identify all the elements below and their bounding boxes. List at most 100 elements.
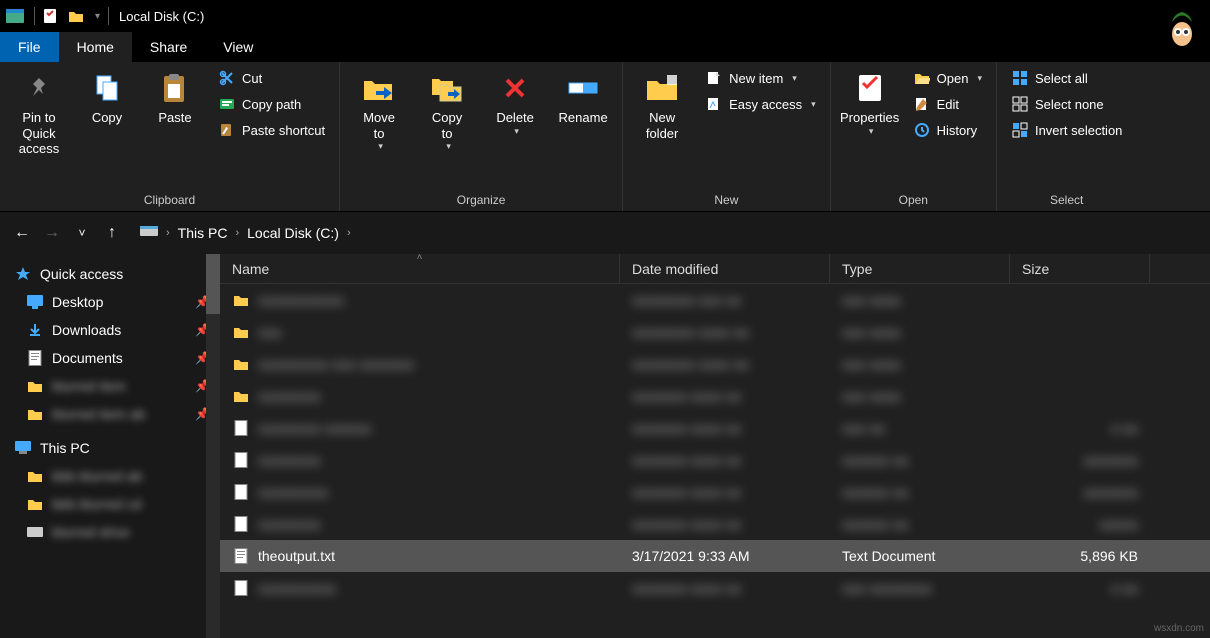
sidebar-item[interactable]: bbb blurred cd (0, 490, 220, 518)
star-icon (14, 265, 32, 283)
chevron-right-icon[interactable]: › (162, 227, 174, 239)
delete-button[interactable]: Delete▾ (484, 66, 546, 136)
copy-to-button[interactable]: Copy to▾ (416, 66, 478, 152)
column-size[interactable]: Size (1010, 254, 1150, 283)
copy-button[interactable]: Copy (76, 66, 138, 126)
new-folder-icon (644, 70, 680, 106)
tab-view[interactable]: View (205, 32, 271, 62)
app-icon (4, 5, 26, 27)
qat-dropdown-icon[interactable]: ▾ (95, 11, 100, 22)
tab-home[interactable]: Home (59, 32, 132, 62)
cut-icon (218, 69, 236, 87)
sort-indicator-icon: ˄ (417, 254, 423, 263)
scrollbar-thumb[interactable] (206, 254, 220, 314)
breadcrumb-thispc[interactable]: This PC (178, 225, 228, 241)
chevron-right-icon[interactable]: › (343, 227, 355, 239)
up-button[interactable]: ↑ (98, 219, 126, 247)
file-row[interactable]: aaaaaaaaaaaaaaaaaaa aaa aaaaa aaaa (220, 284, 1210, 316)
column-name[interactable]: ˄Name (220, 254, 620, 283)
rename-icon (565, 70, 601, 106)
sidebar-documents[interactable]: Documents 📌 (0, 344, 220, 372)
file-row[interactable]: aaaaaaaaaaaaaaa aaaa aaaaaaaa aaaaaaa (220, 508, 1210, 540)
pin-to-quick-access-button[interactable]: Pin to Quick access (8, 66, 70, 157)
file-name: theoutput.txt (258, 548, 335, 564)
edit-icon (913, 95, 931, 113)
new-item-button[interactable]: New item▾ (699, 66, 822, 90)
open-button[interactable]: Open▾ (907, 66, 988, 90)
group-clipboard: Pin to Quick access Copy Paste Cut Copy … (0, 62, 340, 211)
select-all-button[interactable]: Select all (1005, 66, 1128, 90)
group-label: Organize (457, 191, 506, 209)
file-icon (232, 483, 250, 501)
group-label: Select (1050, 191, 1083, 209)
cut-button[interactable]: Cut (212, 66, 331, 90)
file-icon (232, 419, 250, 437)
sidebar-item[interactable]: blurred item📌 (0, 372, 220, 400)
properties-button[interactable]: Properties▾ (839, 66, 901, 136)
folder-icon (26, 405, 44, 423)
breadcrumb-disk[interactable]: Local Disk (C:) (247, 225, 339, 241)
sidebar-quick-access[interactable]: Quick access (0, 260, 220, 288)
file-row[interactable]: aaaaaaaaaaaaaaa aaaa aaaaaaaa aaaaaaaaa (220, 444, 1210, 476)
group-label: Clipboard (144, 191, 195, 209)
file-row-selected[interactable]: theoutput.txt 3/17/2021 9:33 AM Text Doc… (220, 540, 1210, 572)
rename-button[interactable]: Rename (552, 66, 614, 126)
tab-file[interactable]: File (0, 32, 59, 62)
ribbon: Pin to Quick access Copy Paste Cut Copy … (0, 62, 1210, 212)
file-row[interactable]: aaaaaaaaaaaaaaaa aaaa aaaaaaaa aaaaaaaaa (220, 476, 1210, 508)
recent-locations-button[interactable]: ˅ (68, 219, 96, 247)
column-date[interactable]: Date modified (620, 254, 830, 283)
folder-icon (232, 291, 250, 309)
select-none-button[interactable]: Select none (1005, 92, 1128, 116)
tab-share[interactable]: Share (132, 32, 205, 62)
file-row[interactable]: aaaaaaaaa aaa aaaaaaaaaaaaaaa aaaa aaaaa… (220, 348, 1210, 380)
file-icon (232, 451, 250, 469)
back-button[interactable]: ← (8, 219, 36, 247)
group-open: Properties▾ Open▾ Edit History Open (831, 62, 997, 211)
sidebar-downloads[interactable]: Downloads 📌 (0, 316, 220, 344)
address-bar[interactable]: › This PC › Local Disk (C:) › (134, 219, 1202, 247)
file-type: Text Document (830, 548, 1010, 564)
group-new: New folder New item▾ Easy access▾ New (623, 62, 831, 211)
downloads-icon (26, 321, 44, 339)
group-organize: Move to▾ Copy to▾ Delete▾ Rename Organiz… (340, 62, 623, 211)
invert-selection-button[interactable]: Invert selection (1005, 118, 1128, 142)
properties-quick-icon[interactable] (39, 5, 61, 27)
forward-button[interactable]: → (38, 219, 66, 247)
copy-path-button[interactable]: Copy path (212, 92, 331, 116)
folder-icon (26, 467, 44, 485)
file-size: 5,896 KB (1010, 548, 1150, 564)
invert-selection-icon (1011, 121, 1029, 139)
edit-button[interactable]: Edit (907, 92, 988, 116)
folder-icon (26, 377, 44, 395)
folder-icon (232, 323, 250, 341)
chevron-down-icon: ▾ (869, 126, 874, 137)
history-button[interactable]: History (907, 118, 988, 142)
file-row[interactable]: aaaaaaaaaaaaaaaaa aaaa aaaaa aaaaaaaaa a… (220, 572, 1210, 604)
sidebar-desktop[interactable]: Desktop 📌 (0, 288, 220, 316)
column-type[interactable]: Type (830, 254, 1010, 283)
move-to-button[interactable]: Move to▾ (348, 66, 410, 152)
sidebar-item[interactable]: blurred drive (0, 518, 220, 546)
move-to-icon (361, 70, 397, 106)
folder-icon (232, 387, 250, 405)
paste-shortcut-button[interactable]: Paste shortcut (212, 118, 331, 142)
column-headers: ˄Name Date modified Type Size (220, 254, 1210, 284)
select-none-icon (1011, 95, 1029, 113)
scrollbar[interactable] (206, 254, 220, 638)
file-row[interactable]: aaaaaaaaaaa aaaa aaaaa aaaa (220, 316, 1210, 348)
paste-button[interactable]: Paste (144, 66, 206, 126)
sidebar-item[interactable]: bbb blurred ab (0, 462, 220, 490)
new-folder-button[interactable]: New folder (631, 66, 693, 141)
separator (34, 7, 35, 25)
file-row[interactable]: aaaaaaaaaaaaaaa aaaa aaaaa aaaa (220, 380, 1210, 412)
file-row[interactable]: aaaaaaaa aaaaaaaaaaaaa aaaa aaaaa aaa aa (220, 412, 1210, 444)
copy-to-icon (429, 70, 465, 106)
folder-icon (232, 355, 250, 373)
chevron-right-icon[interactable]: › (231, 227, 243, 239)
sidebar-item[interactable]: blurred item ab📌 (0, 400, 220, 428)
files-container: aaaaaaaaaaaaaaaaaaa aaa aaaaa aaaa aaaaa… (220, 284, 1210, 638)
folder-quick-icon[interactable] (65, 5, 87, 27)
easy-access-button[interactable]: Easy access▾ (699, 92, 822, 116)
sidebar-this-pc[interactable]: This PC (0, 434, 220, 462)
